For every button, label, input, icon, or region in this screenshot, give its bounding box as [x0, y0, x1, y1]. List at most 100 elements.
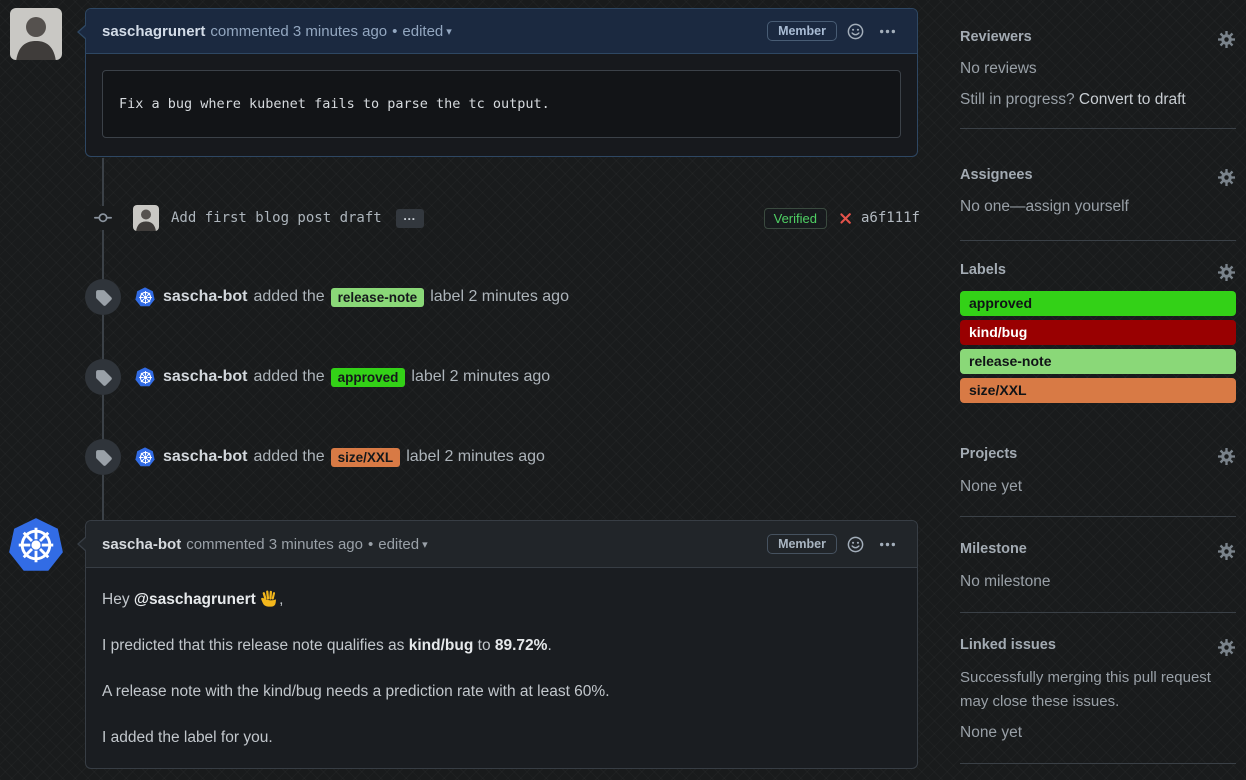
verified-badge[interactable]: Verified — [764, 208, 827, 229]
comment-header: sascha-bot commented 3 minutes ago • edi… — [86, 521, 917, 568]
add-reaction-button[interactable] — [842, 536, 869, 553]
assignees-empty: No one—assign yourself — [960, 198, 1129, 216]
pull-request-conversation-page: saschagrunert commented 3 minutes ago • … — [0, 0, 1246, 780]
comment-header: saschagrunert commented 3 minutes ago • … — [86, 9, 917, 54]
comment-meta: commented 3 minutes ago — [186, 536, 363, 553]
reviewers-title: Reviewers — [960, 29, 1032, 45]
prediction-line: I predicted that this release note quali… — [102, 634, 901, 658]
member-badge: Member — [767, 21, 837, 41]
commit-author-avatar[interactable] — [133, 205, 159, 231]
label-event-row: sascha-bot added the approved label 2 mi… — [85, 359, 920, 395]
member-badge: Member — [767, 534, 837, 554]
edited-dropdown[interactable]: edited ▾ — [378, 536, 427, 553]
kubernetes-wheel-icon — [13, 522, 59, 568]
meta-dot: • — [368, 536, 373, 553]
divider — [960, 516, 1236, 517]
comment-author-link[interactable]: sascha-bot — [102, 536, 181, 553]
kubernetes-wheel-icon — [137, 289, 154, 306]
bot-avatar[interactable] — [135, 367, 155, 387]
commit-hash-link[interactable]: a6f111f — [861, 210, 920, 226]
comment-meta: commented 3 minutes ago — [210, 23, 387, 40]
linked-issues-gear-icon[interactable] — [1218, 639, 1235, 656]
smiley-icon — [847, 536, 864, 553]
edited-dropdown[interactable]: edited ▾ — [402, 23, 451, 40]
comment-options-button[interactable] — [874, 23, 901, 40]
caret-down-icon: ▾ — [446, 25, 452, 38]
divider — [960, 128, 1236, 129]
linked-issues-description: Successfully merging this pull request m… — [960, 666, 1236, 714]
projects-gear-icon[interactable] — [1218, 448, 1235, 465]
greeting-line: Hey @saschagrunert , — [102, 588, 901, 612]
label-added-line: I added the label for you. — [102, 726, 901, 750]
kebab-icon — [879, 536, 896, 553]
event-actor-link[interactable]: sascha-bot — [163, 368, 247, 386]
comment-options-button[interactable] — [874, 536, 901, 553]
event-suffix: label 2 minutes ago — [406, 448, 545, 466]
add-reaction-button[interactable] — [842, 23, 869, 40]
tag-icon — [85, 439, 121, 475]
status-failed-x-icon[interactable] — [837, 210, 854, 227]
caret-down-icon: ▾ — [422, 538, 428, 551]
label-event-row: sascha-bot added the release-note label … — [85, 279, 920, 315]
linked-issues-title: Linked issues — [960, 637, 1056, 653]
divider — [960, 612, 1236, 613]
comment-body: Hey @saschagrunert , I predicted that th… — [86, 568, 917, 750]
event-action: added the — [253, 288, 324, 306]
label-chip[interactable]: release-note — [331, 288, 425, 307]
kubernetes-wheel-icon — [137, 369, 154, 386]
git-commit-icon — [85, 206, 121, 230]
comment-saschagrunert: saschagrunert commented 3 minutes ago • … — [85, 8, 918, 157]
sidebar-label-approved[interactable]: approved — [960, 291, 1236, 316]
sidebar-label-release-note[interactable]: release-note — [960, 349, 1236, 374]
milestone-title: Milestone — [960, 541, 1027, 557]
assign-yourself-link[interactable]: assign yourself — [1025, 198, 1128, 215]
threshold-line: A release note with the kind/bug needs a… — [102, 680, 901, 704]
milestone-gear-icon[interactable] — [1218, 543, 1235, 560]
bot-avatar[interactable] — [135, 287, 155, 307]
kebab-icon — [879, 23, 896, 40]
event-action: added the — [253, 448, 324, 466]
linked-issues-empty: None yet — [960, 724, 1022, 742]
bot-avatar[interactable] — [135, 447, 155, 467]
comment-code-block: Fix a bug where kubenet fails to parse t… — [102, 70, 901, 138]
labels-title: Labels — [960, 262, 1006, 278]
bot-avatar-large[interactable] — [8, 517, 64, 573]
author-avatar[interactable] — [10, 8, 62, 60]
projects-title: Projects — [960, 446, 1017, 462]
kubernetes-wheel-icon — [137, 449, 154, 466]
divider — [960, 240, 1236, 241]
divider — [960, 763, 1236, 764]
event-action: added the — [253, 368, 324, 386]
commit-row: Add first blog post draft … Verified a6f… — [85, 204, 920, 232]
label-chip[interactable]: size/XXL — [331, 448, 401, 467]
edited-label: edited — [402, 23, 443, 40]
milestone-empty: No milestone — [960, 573, 1050, 591]
comment-sascha-bot: sascha-bot commented 3 minutes ago • edi… — [85, 520, 918, 769]
comment-author-link[interactable]: saschagrunert — [102, 23, 205, 40]
projects-empty: None yet — [960, 478, 1022, 496]
tag-icon — [85, 279, 121, 315]
assignees-gear-icon[interactable] — [1218, 169, 1235, 186]
assignees-title: Assignees — [960, 167, 1033, 183]
commit-message-link[interactable]: Add first blog post draft — [171, 210, 382, 226]
smiley-icon — [847, 23, 864, 40]
waving-hand-icon — [260, 589, 279, 608]
commit-expand-button[interactable]: … — [396, 209, 424, 228]
event-actor-link[interactable]: sascha-bot — [163, 448, 247, 466]
sidebar-label-kind-bug[interactable]: kind/bug — [960, 320, 1236, 345]
reviewers-empty: No reviews — [960, 60, 1037, 78]
convert-to-draft-link[interactable]: Convert to draft — [1079, 91, 1186, 108]
labels-gear-icon[interactable] — [1218, 264, 1235, 281]
mention-link[interactable]: @saschagrunert — [134, 591, 256, 608]
meta-dot: • — [392, 23, 397, 40]
event-suffix: label 2 minutes ago — [411, 368, 550, 386]
sidebar: Reviewers No reviews Still in progress? … — [960, 0, 1236, 780]
sidebar-label-size-xxl[interactable]: size/XXL — [960, 378, 1236, 403]
event-suffix: label 2 minutes ago — [430, 288, 569, 306]
event-actor-link[interactable]: sascha-bot — [163, 288, 247, 306]
reviewers-gear-icon[interactable] — [1218, 31, 1235, 48]
label-event-row: sascha-bot added the size/XXL label 2 mi… — [85, 439, 920, 475]
edited-label: edited — [378, 536, 419, 553]
tag-icon — [85, 359, 121, 395]
label-chip[interactable]: approved — [331, 368, 406, 387]
